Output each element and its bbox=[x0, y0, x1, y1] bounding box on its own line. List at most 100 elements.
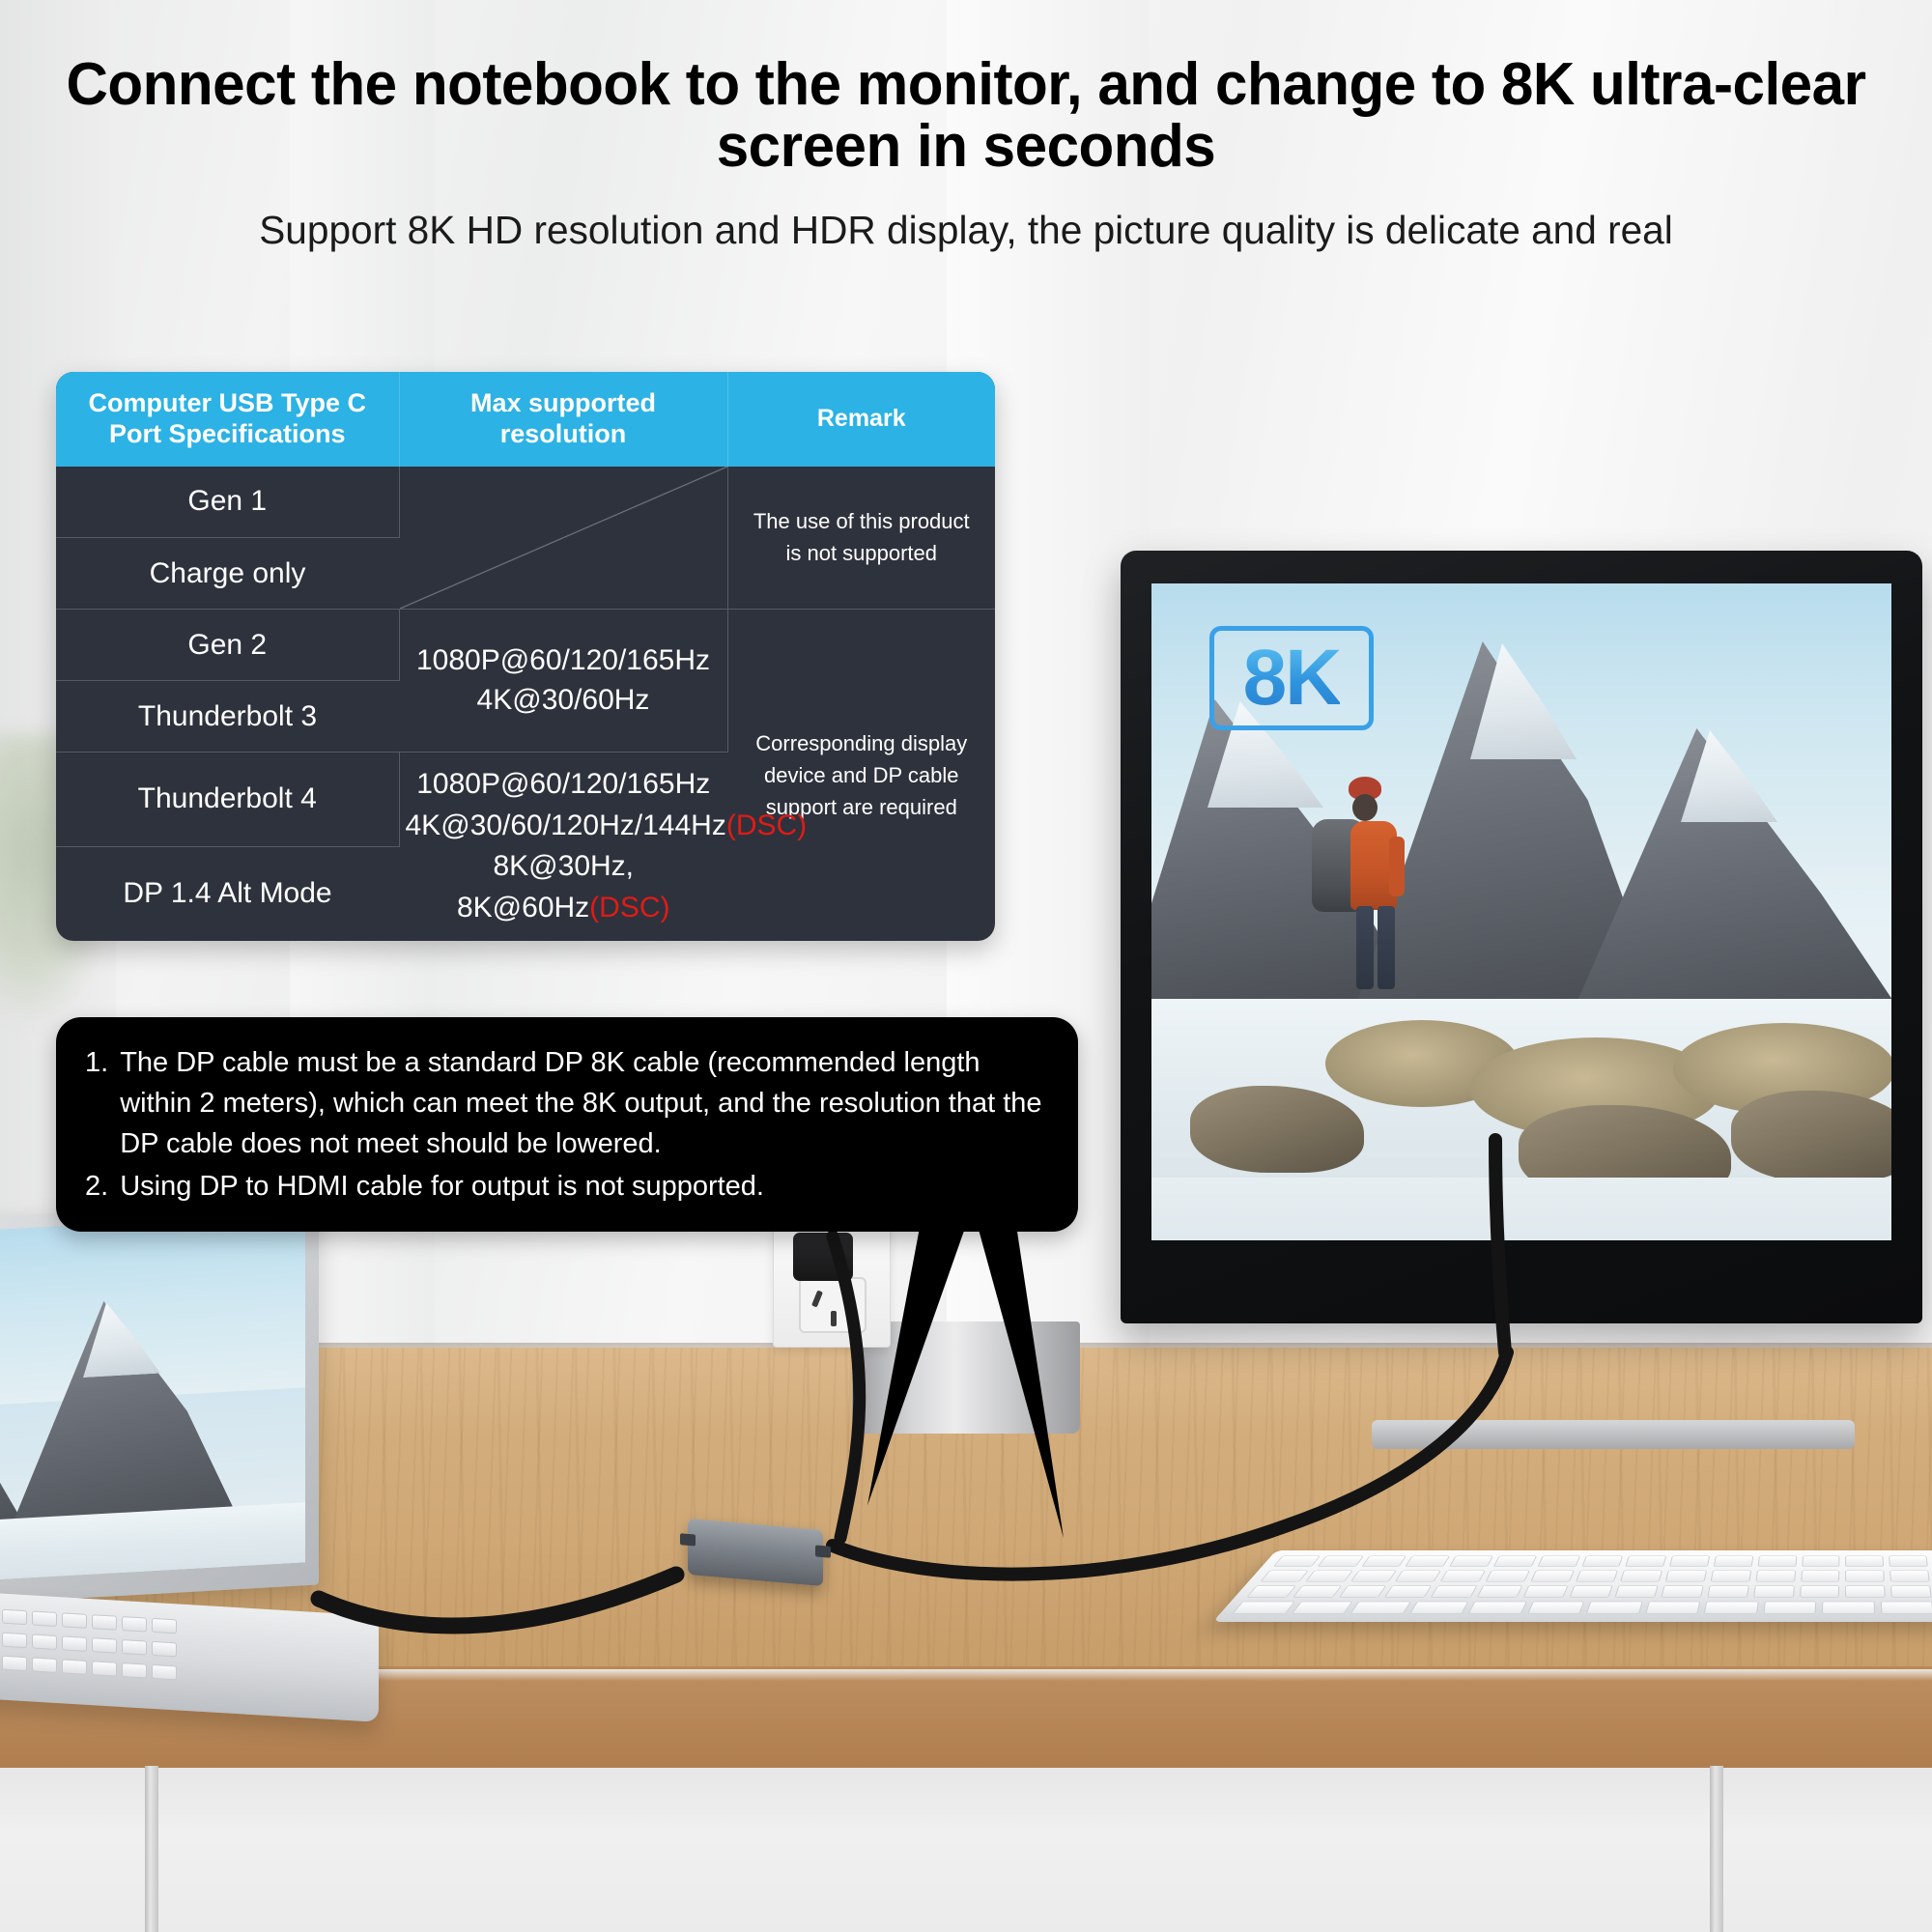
resolution-line: 1080P@60/120/165Hz bbox=[416, 768, 711, 801]
keyboard-row bbox=[1272, 1555, 1928, 1568]
keyboard-key bbox=[1580, 1555, 1624, 1568]
laptop-key bbox=[152, 1663, 177, 1681]
keyboard-key bbox=[1232, 1601, 1295, 1614]
hiker-arm bbox=[1389, 837, 1405, 896]
table-row: Gen 1 The use of this product is not sup… bbox=[56, 466, 995, 610]
header-line: Port Specifications bbox=[108, 418, 346, 448]
keyboard-key bbox=[1522, 1585, 1569, 1598]
external-monitor: 8K bbox=[1121, 551, 1922, 1323]
keyboard-key bbox=[1707, 1585, 1749, 1598]
laptop-key bbox=[92, 1661, 117, 1677]
laptop-lid bbox=[0, 1198, 319, 1613]
keyboard-key bbox=[1762, 1601, 1817, 1614]
laptop-key-row bbox=[0, 1599, 177, 1634]
keyboard-key bbox=[1661, 1585, 1704, 1598]
keyboard-key bbox=[1575, 1570, 1619, 1582]
cell-spec-thunderbolt-3: Thunderbolt 3 bbox=[56, 680, 399, 753]
keyboard-key bbox=[1845, 1585, 1886, 1598]
keyboard-key bbox=[1644, 1601, 1701, 1614]
cell-spec-charge-only: Charge only bbox=[56, 537, 399, 610]
keyboard-key bbox=[1801, 1555, 1840, 1568]
infographic-page: 8K Connect the notebook to the monitor, … bbox=[0, 0, 1932, 1932]
list-item-number: 2. bbox=[85, 1171, 109, 1203]
socket-hole bbox=[811, 1290, 823, 1308]
cell-spec-gen2: Gen 2 bbox=[56, 609, 400, 681]
keyboard-row bbox=[1245, 1585, 1932, 1598]
keyboard-key bbox=[1485, 1570, 1530, 1582]
remark-line: is not supported bbox=[785, 541, 938, 566]
hiker-leg bbox=[1356, 906, 1374, 989]
keyboard-key bbox=[1664, 1570, 1708, 1582]
keyboard-key bbox=[1245, 1585, 1296, 1598]
laptop-key bbox=[2, 1632, 27, 1649]
laptop-key bbox=[122, 1662, 147, 1679]
resolution-line: 8K@30Hz, 8K@60Hz(DSC) bbox=[406, 846, 723, 928]
keyboard-key bbox=[1350, 1601, 1411, 1614]
header-line: Remark bbox=[816, 405, 906, 433]
column-header-max-resolution: Max supported resolution bbox=[399, 372, 728, 467]
remark-line: device and DP cable bbox=[764, 762, 959, 787]
keyboard-key bbox=[1408, 1601, 1469, 1614]
keyboard-key bbox=[1439, 1570, 1486, 1582]
list-item-text: The DP cable must be a standard DP 8K ca… bbox=[120, 1047, 1042, 1160]
header-line: Computer USB Type C bbox=[88, 388, 367, 417]
cell-spec-dp-alt-mode: DP 1.4 Alt Mode bbox=[56, 845, 399, 941]
floor bbox=[0, 1768, 1932, 1932]
callout-list: 1. The DP cable must be a standard DP 8K… bbox=[85, 1042, 1045, 1207]
laptop-key bbox=[62, 1612, 87, 1629]
laptop-key bbox=[122, 1639, 147, 1656]
desk-leg bbox=[145, 1766, 158, 1932]
hiker-head bbox=[1352, 794, 1378, 821]
photo-snow-foreground bbox=[1151, 1178, 1891, 1240]
keyboard-key bbox=[1752, 1585, 1795, 1598]
laptop-key bbox=[122, 1616, 147, 1633]
power-plug bbox=[793, 1233, 853, 1281]
keyboard-key bbox=[1537, 1555, 1580, 1568]
dsc-tag: (DSC) bbox=[725, 809, 808, 841]
laptop-key bbox=[2, 1608, 27, 1626]
keyboard-key bbox=[1625, 1555, 1667, 1568]
keyboard-key bbox=[1272, 1555, 1321, 1568]
cell-remark-supported: Corresponding display device and DP cabl… bbox=[727, 609, 995, 941]
spec-table-body: Gen 1 The use of this product is not sup… bbox=[56, 466, 995, 941]
badge-8k-label: 8K bbox=[1242, 634, 1343, 722]
page-title: Connect the notebook to the monitor, and… bbox=[66, 51, 1866, 181]
cell-spec-thunderbolt-4: Thunderbolt 4 bbox=[56, 752, 400, 847]
monitor-screen: 8K bbox=[1151, 583, 1891, 1240]
remark-line: The use of this product bbox=[753, 509, 970, 534]
monitor-stand-base bbox=[1372, 1420, 1855, 1449]
keyboard-key bbox=[1350, 1570, 1398, 1582]
header-line: resolution bbox=[499, 418, 627, 448]
photo-rock bbox=[1731, 1091, 1891, 1182]
wall-power-outlet bbox=[773, 1222, 891, 1348]
usb-c-hub-dock bbox=[680, 1518, 831, 1587]
keyboard-key bbox=[1395, 1570, 1442, 1582]
cell-spec-gen1: Gen 1 bbox=[56, 466, 400, 538]
hiker-leg bbox=[1378, 906, 1395, 989]
laptop-key bbox=[92, 1637, 117, 1654]
keyboard-key bbox=[1585, 1601, 1643, 1614]
diagonal-strike-icon bbox=[399, 466, 727, 610]
keyboard-key bbox=[1620, 1570, 1663, 1582]
keyboard-key bbox=[1260, 1570, 1309, 1582]
resolution-line: 4K@30/60Hz bbox=[476, 683, 650, 716]
keyboard-key bbox=[1405, 1555, 1451, 1568]
keyboard-key bbox=[1755, 1570, 1796, 1582]
cell-resolution-not-applicable bbox=[399, 466, 728, 610]
keyboard-key bbox=[1568, 1585, 1613, 1598]
outlet-socket bbox=[799, 1277, 867, 1333]
resolution-line: 4K@30/60/120Hz/144Hz(DSC) bbox=[406, 806, 808, 847]
list-item: 2. Using DP to HDMI cable for output is … bbox=[85, 1166, 1045, 1207]
remark-line: Corresponding display bbox=[755, 730, 968, 755]
keyboard-key bbox=[1529, 1570, 1575, 1582]
keyboard-key bbox=[1845, 1555, 1885, 1568]
keyboard-key bbox=[1526, 1601, 1585, 1614]
keyboard-row bbox=[1260, 1570, 1930, 1582]
laptop-key bbox=[32, 1610, 57, 1628]
spec-table-head: Computer USB Type C Port Specifications … bbox=[56, 372, 995, 467]
keyboard-key bbox=[1338, 1585, 1387, 1598]
keyboard-key bbox=[1757, 1555, 1797, 1568]
badge-8k: 8K bbox=[1209, 626, 1374, 730]
table-row: Gen 2 1080P@60/120/165Hz 4K@30/60Hz Corr… bbox=[56, 609, 995, 941]
list-item-text: Using DP to HDMI cable for output is not… bbox=[120, 1171, 764, 1203]
